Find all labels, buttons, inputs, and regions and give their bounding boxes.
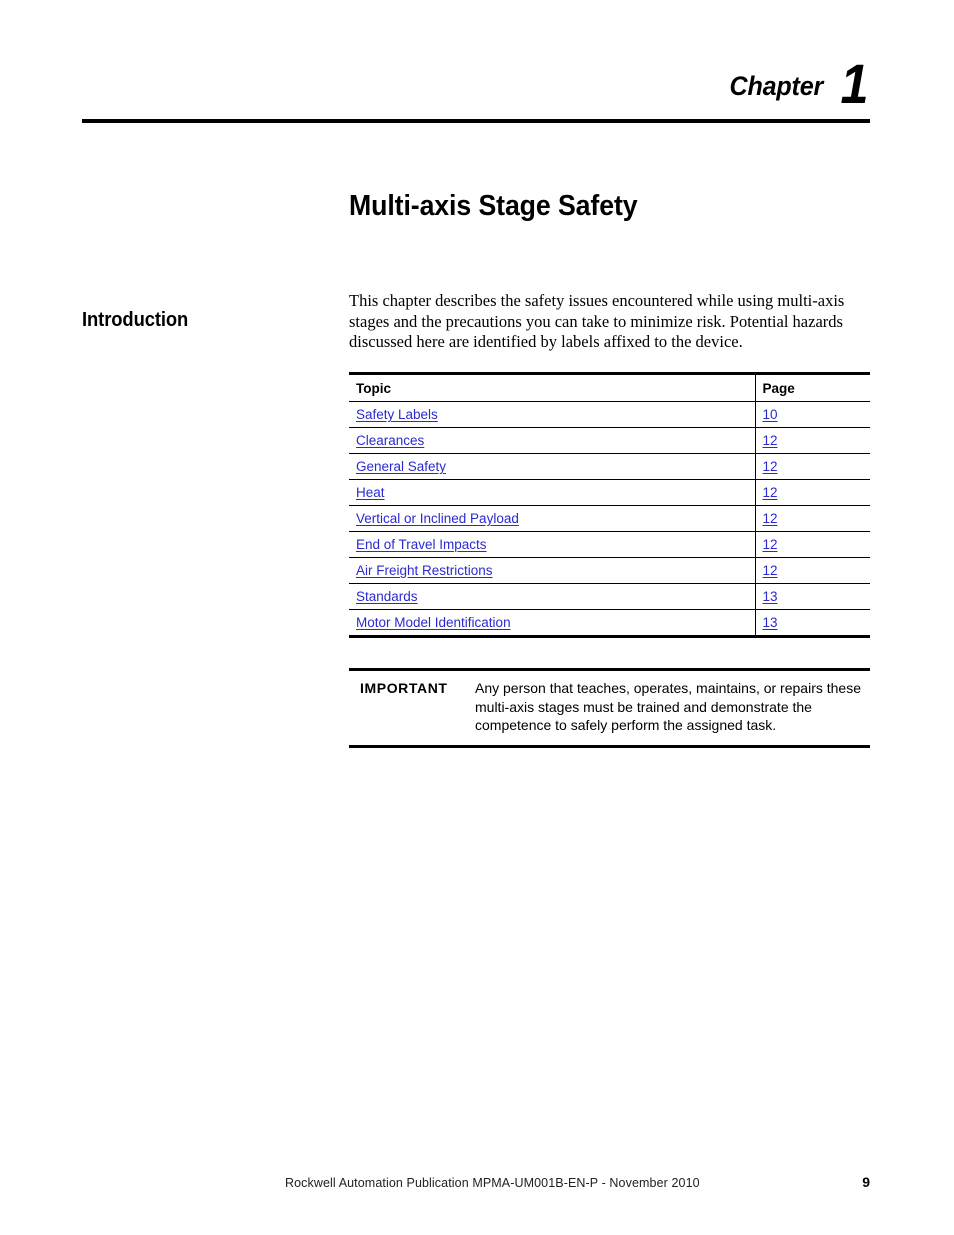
body-column: This chapter describes the safety issues…	[349, 291, 871, 353]
topic-cell: Standards	[349, 583, 755, 610]
topic-link-air-freight-restrictions[interactable]: Air Freight Restrictions	[356, 563, 493, 578]
important-label: IMPORTANT	[360, 680, 448, 696]
page-footer: Rockwell Automation Publication MPMA-UM0…	[285, 1174, 870, 1190]
topic-link-end-of-travel-impacts[interactable]: End of Travel Impacts	[356, 537, 487, 552]
page-link-clearances[interactable]: 12	[763, 433, 778, 448]
topic-cell: End of Travel Impacts	[349, 531, 755, 558]
topic-link-standards[interactable]: Standards	[356, 589, 418, 604]
page-link-motor-model-identification[interactable]: 13	[763, 615, 778, 630]
page-cell: 12	[754, 557, 870, 584]
chapter-label: Chapter	[729, 71, 824, 101]
topic-link-heat[interactable]: Heat	[356, 485, 385, 500]
page-cell: 12	[754, 531, 870, 558]
table-header-row: Topic Page	[349, 372, 870, 402]
table-row: Heat 12	[349, 479, 870, 506]
page-link-general-safety[interactable]: 12	[763, 459, 778, 474]
column-header-page: Page	[754, 372, 870, 402]
topic-cell: Air Freight Restrictions	[349, 557, 755, 584]
table-row: Vertical or Inclined Payload 12	[349, 505, 870, 532]
topic-link-safety-labels[interactable]: Safety Labels	[356, 407, 438, 422]
table-row: Motor Model Identification 13	[349, 609, 870, 638]
table-row: Air Freight Restrictions 12	[349, 557, 870, 584]
table-row: General Safety 12	[349, 453, 870, 480]
table-row: End of Travel Impacts 12	[349, 531, 870, 558]
important-text: Any person that teaches, operates, maint…	[475, 680, 861, 733]
section-heading-introduction: Introduction	[82, 308, 189, 331]
intro-paragraph: This chapter describes the safety issues…	[349, 291, 845, 351]
table-row: Clearances 12	[349, 427, 870, 454]
topic-table: Topic Page Safety Labels 10 Clearances 1…	[349, 372, 870, 638]
topic-table-container: Topic Page Safety Labels 10 Clearances 1…	[349, 372, 870, 638]
table-row: Standards 13	[349, 583, 870, 610]
topic-link-general-safety[interactable]: General Safety	[356, 459, 446, 474]
page-link-air-freight-restrictions[interactable]: 12	[763, 563, 778, 578]
topic-cell: Safety Labels	[349, 401, 755, 428]
topic-link-motor-model-identification[interactable]: Motor Model Identification	[356, 615, 511, 630]
topic-table-head: Topic Page	[349, 372, 870, 402]
topic-link-clearances[interactable]: Clearances	[356, 433, 424, 448]
column-header-topic: Topic	[349, 372, 755, 402]
page-cell: 12	[754, 505, 870, 532]
topic-cell: Motor Model Identification	[349, 609, 755, 638]
page-link-safety-labels[interactable]: 10	[763, 407, 778, 422]
chapter-header: Chapter 1	[82, 48, 870, 112]
important-callout: IMPORTANT Any person that teaches, opera…	[349, 668, 870, 748]
topic-cell: Heat	[349, 479, 755, 506]
page-link-vertical-or-inclined-payload[interactable]: 12	[763, 511, 778, 526]
topic-cell: General Safety	[349, 453, 755, 480]
table-row: Safety Labels 10	[349, 401, 870, 428]
chapter-number: 1	[840, 52, 869, 115]
page-cell: 10	[754, 401, 870, 428]
chapter-divider-rule	[82, 119, 870, 123]
page-link-standards[interactable]: 13	[763, 589, 778, 604]
page-cell: 12	[754, 453, 870, 480]
footer-publication-text: Rockwell Automation Publication MPMA-UM0…	[285, 1176, 700, 1190]
page-cell: 12	[754, 479, 870, 506]
page-title: Multi-axis Stage Safety	[349, 190, 638, 223]
topic-cell: Clearances	[349, 427, 755, 454]
document-page: Chapter 1 Multi-axis Stage Safety Introd…	[0, 0, 954, 1235]
page-link-end-of-travel-impacts[interactable]: 12	[763, 537, 778, 552]
page-cell: 13	[754, 609, 870, 638]
page-cell: 13	[754, 583, 870, 610]
topic-link-vertical-or-inclined-payload[interactable]: Vertical or Inclined Payload	[356, 511, 519, 526]
footer-page-number: 9	[862, 1174, 870, 1190]
page-link-heat[interactable]: 12	[763, 485, 778, 500]
page-cell: 12	[754, 427, 870, 454]
topic-cell: Vertical or Inclined Payload	[349, 505, 755, 532]
topic-table-body: Safety Labels 10 Clearances 12 General S…	[349, 401, 870, 638]
